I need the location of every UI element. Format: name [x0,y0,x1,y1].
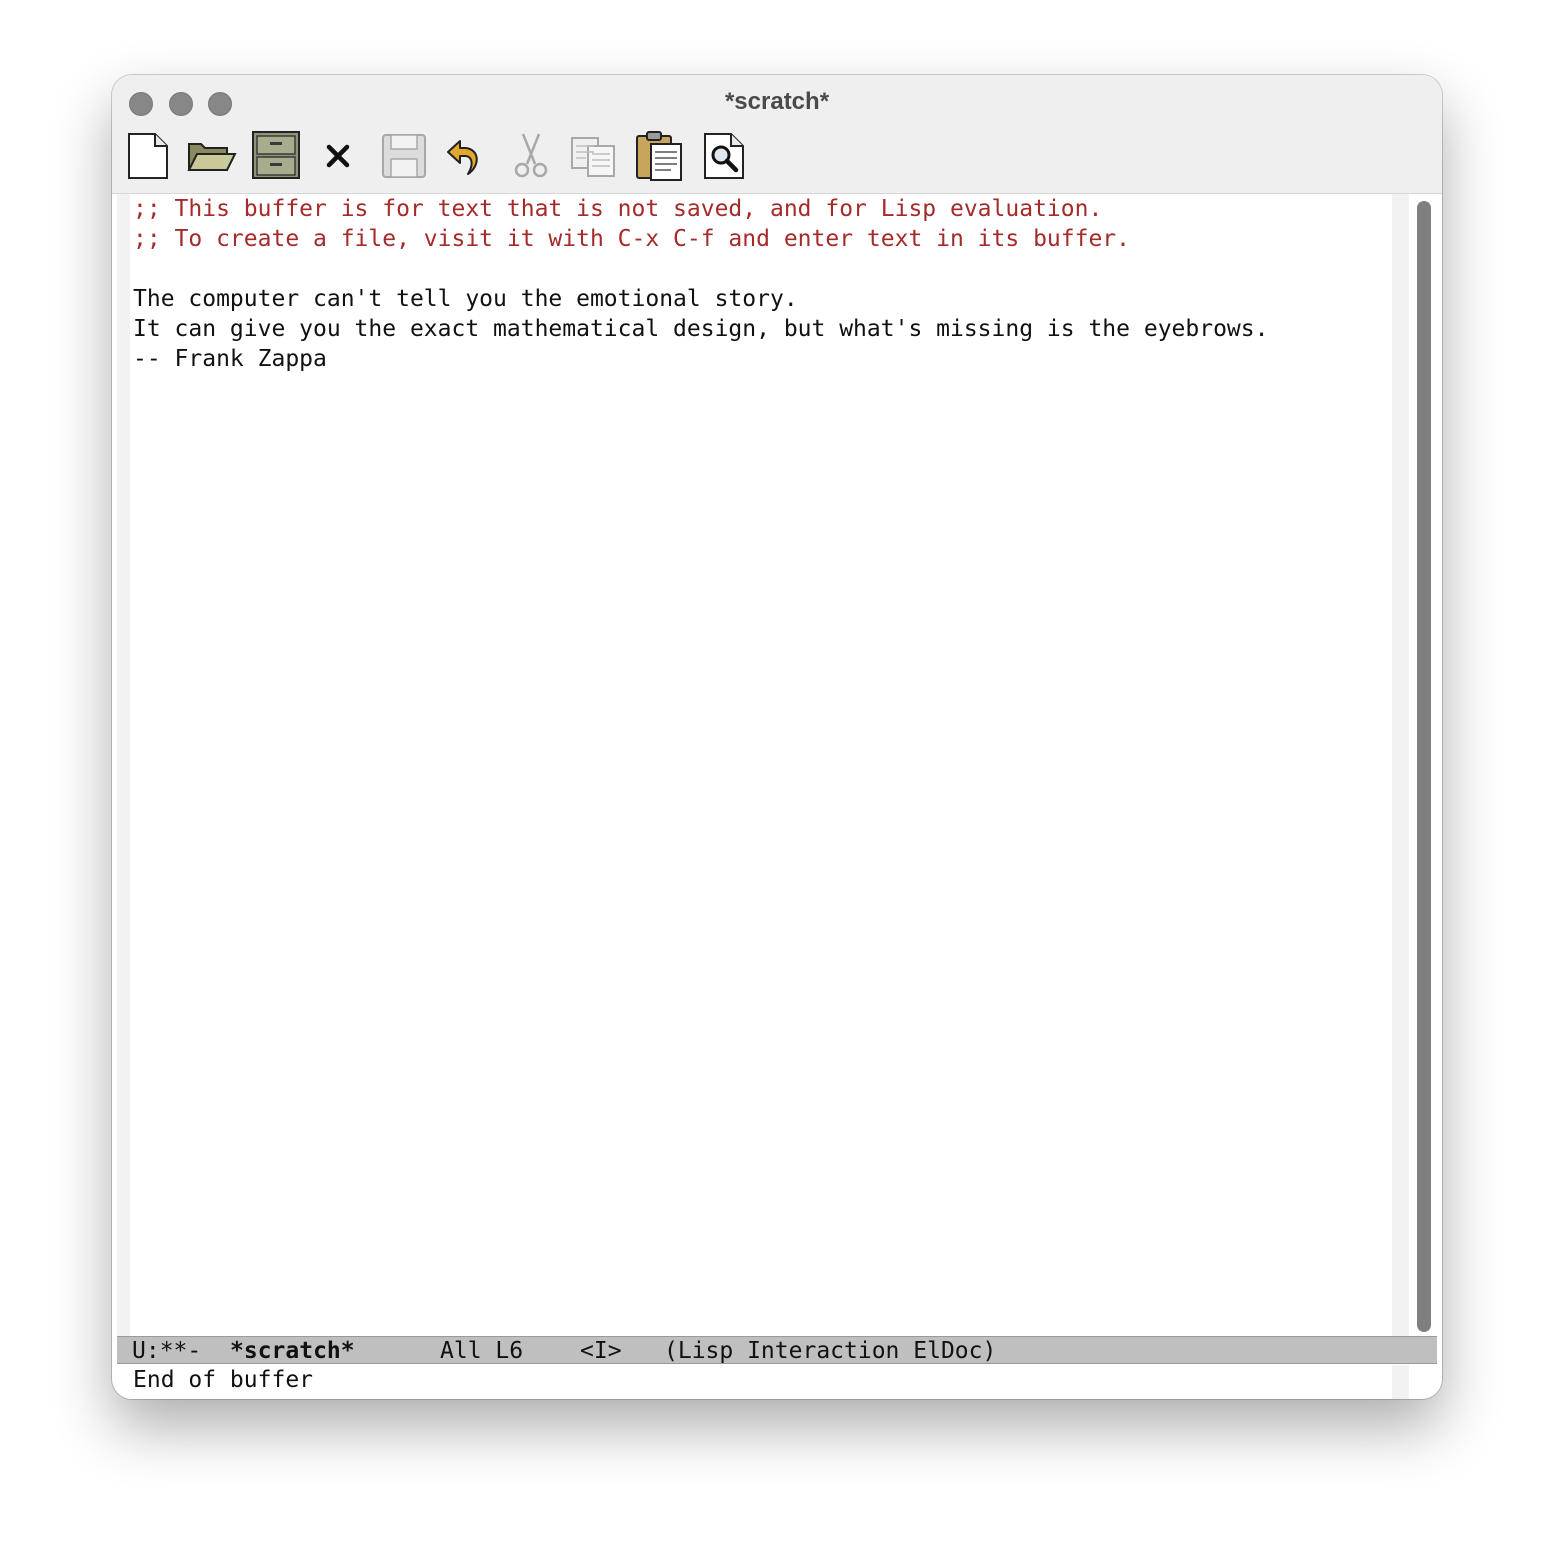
open-directory-button[interactable] [185,130,237,182]
undo-icon [447,140,478,175]
copy-icon [571,137,615,177]
echo-area-message: End of buffer [133,1367,314,1393]
undo-button[interactable] [440,130,492,182]
window-title: *scratch* [724,88,830,115]
buffer-line-4[interactable]: The computer can't tell you the emotiona… [133,284,798,314]
modeline-input-method[interactable]: <I> [580,1337,622,1365]
buffer-line-1[interactable]: ;; This buffer is for text that is not s… [133,194,1102,224]
search-button[interactable] [699,130,751,182]
modeline-position: All L6 [440,1338,524,1364]
buffer-line-6[interactable]: -- Frank Zappa [133,344,327,374]
dired-button[interactable] [250,130,302,182]
mode-line[interactable]: U:**- *scratch* All L6 <I> (Lisp Interac… [117,1336,1437,1364]
left-fringe [117,194,130,1336]
modeline-status: U:**- [132,1338,202,1364]
cut-button[interactable] [505,130,557,182]
modeline-buffer-name[interactable]: *scratch* [230,1337,355,1365]
save-button[interactable] [378,130,430,182]
new-file-icon [128,133,168,179]
copy-button[interactable] [568,130,620,182]
folder-open-icon [187,143,237,171]
file-cabinet-icon [252,131,300,179]
minibuffer-fringe [1392,1365,1409,1399]
kill-buffer-button[interactable] [312,130,364,182]
new-file-button[interactable] [123,130,175,182]
clipboard-icon [636,131,682,181]
buffer-line-2[interactable]: ;; To create a file, visit it with C-x C… [133,224,1130,254]
emacs-window: *scratch* ;; This buffer is for text tha… [112,75,1442,1399]
magnifier-icon [704,133,744,179]
title-bar[interactable]: *scratch* [112,75,1442,194]
scrollbar-thumb[interactable] [1417,201,1431,1332]
floppy-disk-icon [382,134,426,178]
scissors-icon [514,133,548,178]
paste-button[interactable] [633,130,685,182]
close-icon [326,144,350,168]
buffer-line-5[interactable]: It can give you the exact mathematical d… [133,314,1268,344]
modeline-modes[interactable]: (Lisp Interaction ElDoc) [664,1337,996,1365]
right-fringe [1392,194,1409,1336]
